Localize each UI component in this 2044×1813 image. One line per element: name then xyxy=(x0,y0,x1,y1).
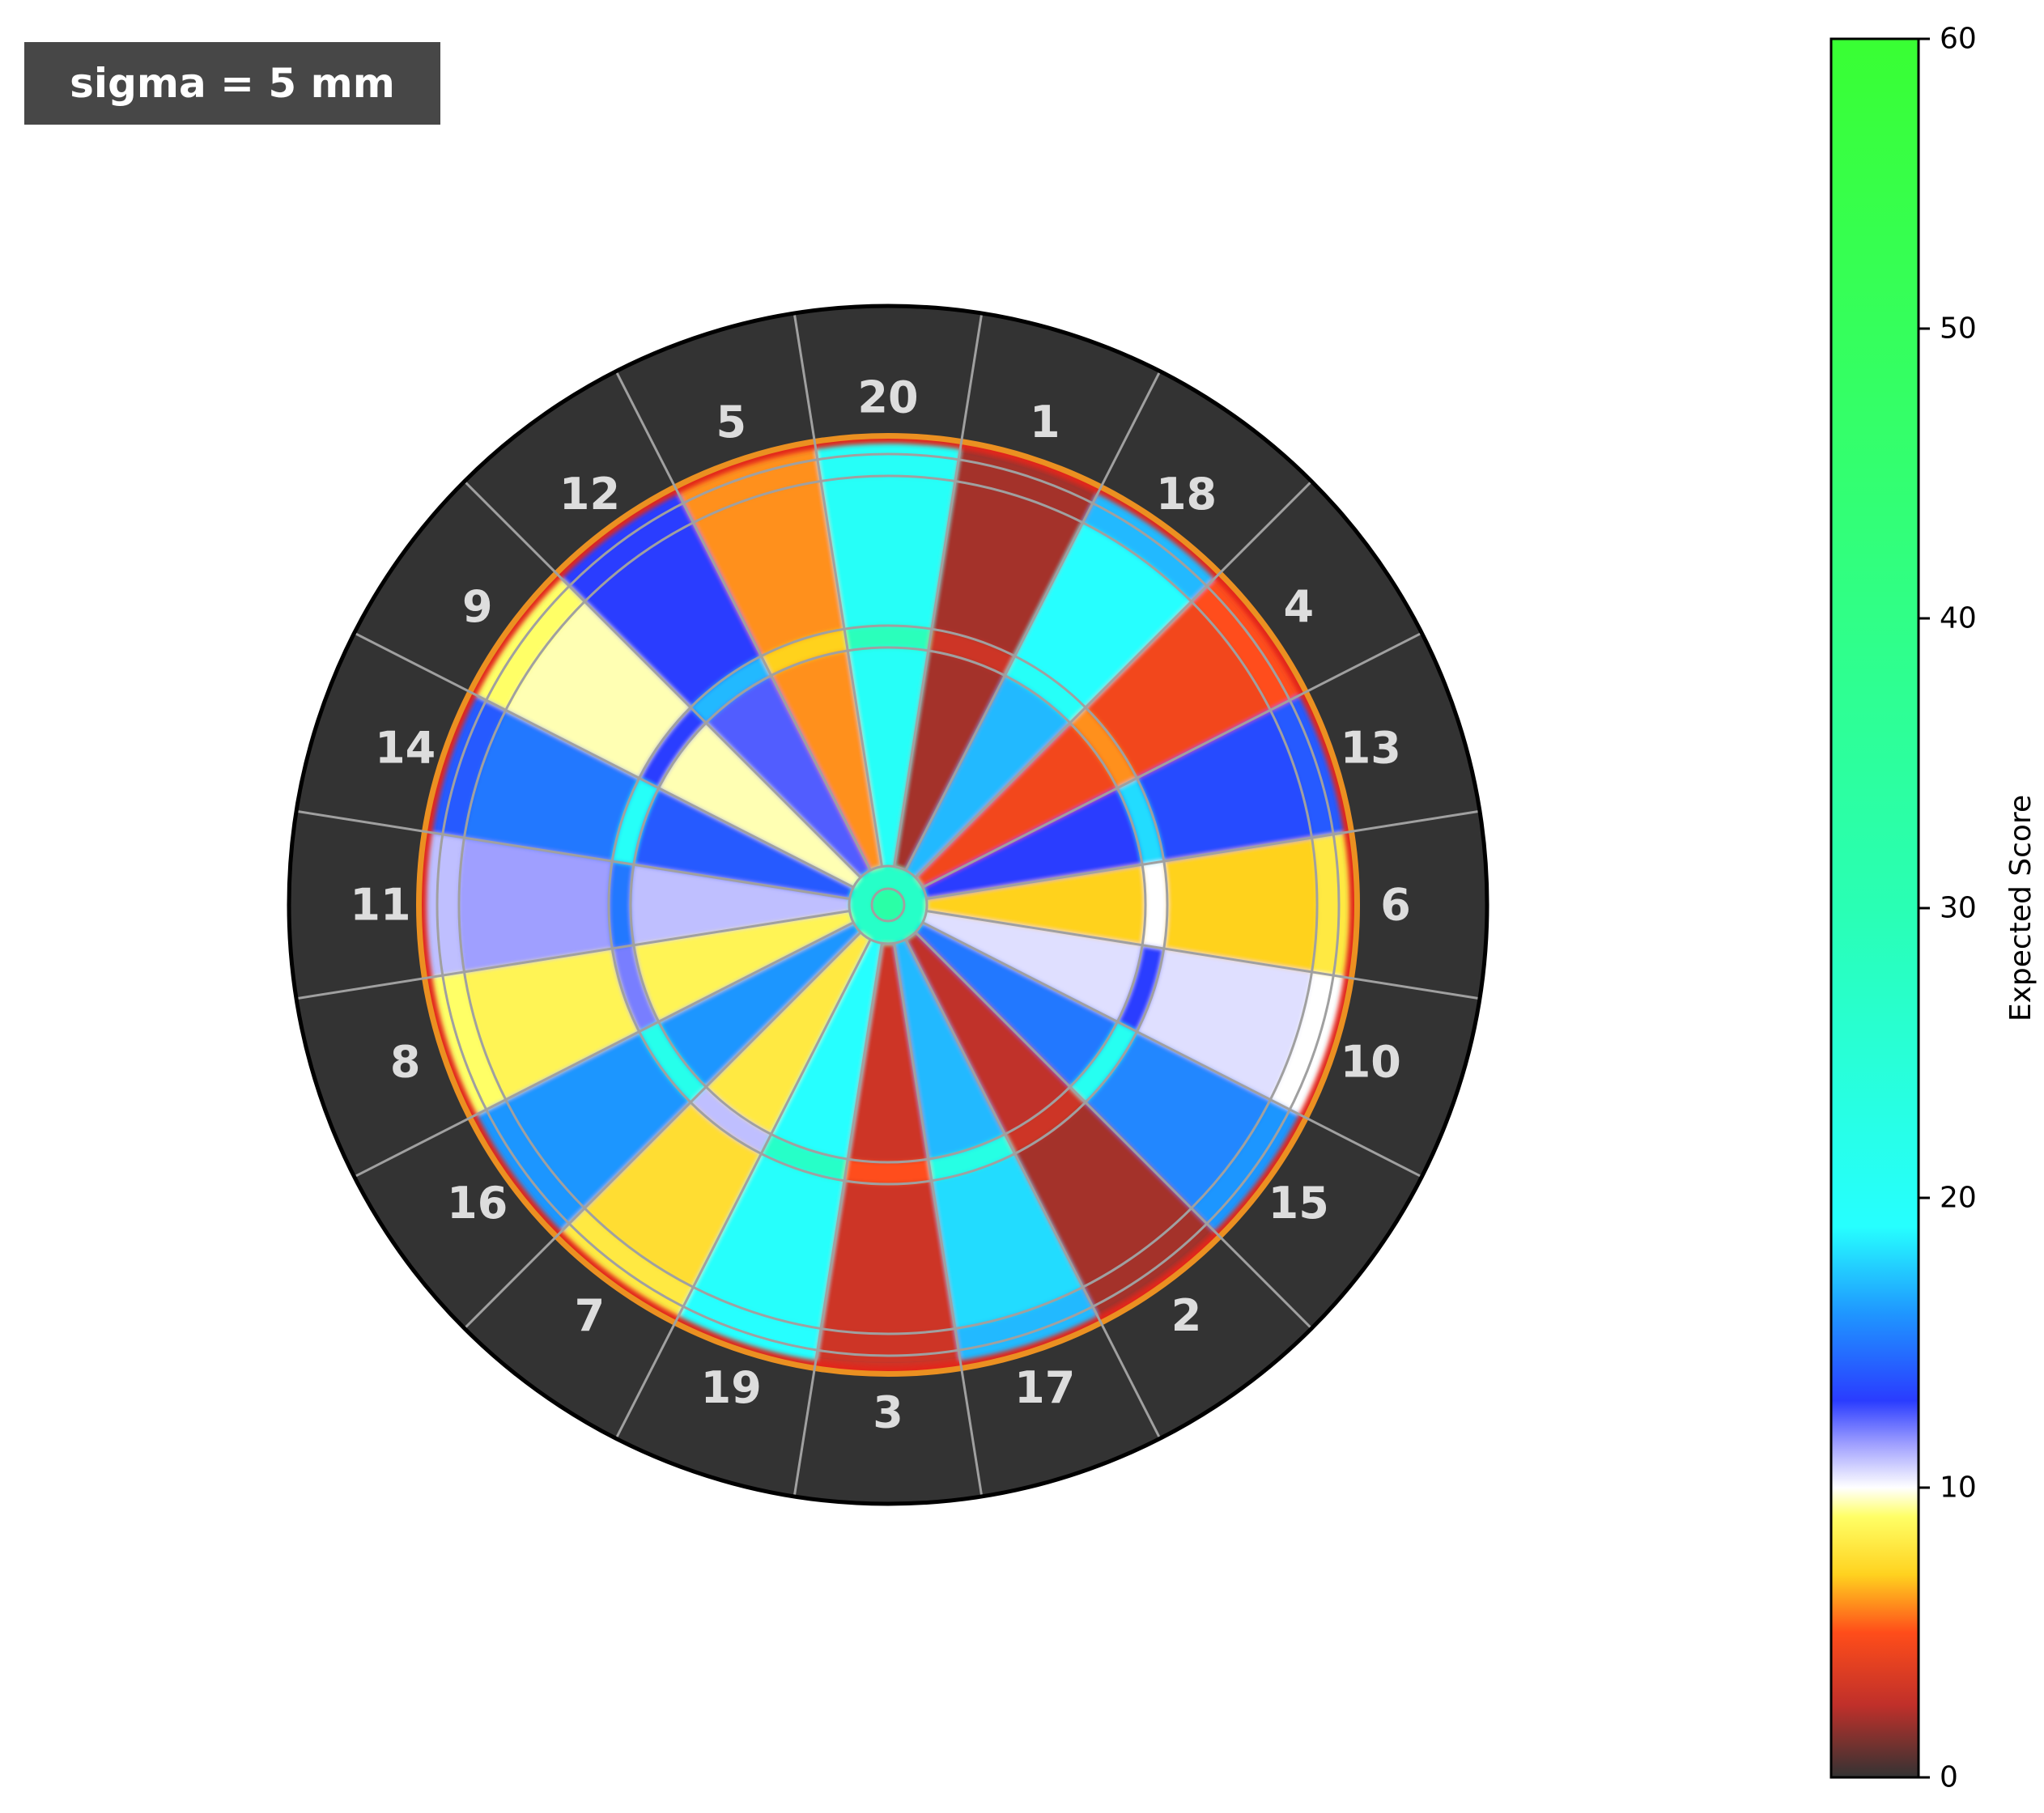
segment-label-19: 19 xyxy=(701,1362,762,1413)
colorbar-tick-label: 50 xyxy=(1940,312,1977,346)
colorbar-tick-label: 60 xyxy=(1940,23,1977,56)
segment-label-14: 14 xyxy=(375,723,436,774)
segment-label-1: 1 xyxy=(1030,397,1060,448)
segment-label-13: 13 xyxy=(1341,723,1401,774)
dartboard: 20 1 18 4 13 6 10 15 2 17 3 19 7 16 8 11 14 9 12 5 xyxy=(287,304,1489,1506)
segment-label-8: 8 xyxy=(390,1036,421,1087)
colorbar-bar xyxy=(1829,37,1920,1779)
segment-label-4: 4 xyxy=(1283,581,1314,632)
segment-label-17: 17 xyxy=(1014,1362,1075,1413)
segment-label-18: 18 xyxy=(1156,469,1217,520)
sigma-annotation: sigma = 5 mm xyxy=(24,42,440,125)
colorbar-tick-label: 0 xyxy=(1940,1761,1958,1794)
segment-label-2: 2 xyxy=(1171,1290,1202,1341)
colorbar-tick-label: 30 xyxy=(1940,892,1977,925)
colorbar-tick-label: 20 xyxy=(1940,1182,1977,1215)
segment-label-11: 11 xyxy=(350,880,410,931)
colorbar-tick-label: 10 xyxy=(1940,1471,1977,1505)
colorbar-label: Expected Score xyxy=(2004,795,2038,1021)
dartboard-figure: 20 1 18 4 13 6 10 15 2 17 3 19 7 16 8 11 14 9 12 5 0 10 20 30 4… xyxy=(287,23,2038,1794)
segment-label-9: 9 xyxy=(462,581,493,632)
segment-label-12: 12 xyxy=(559,469,620,520)
segment-label-6: 6 xyxy=(1380,880,1411,931)
segment-label-16: 16 xyxy=(447,1178,508,1229)
segment-label-20: 20 xyxy=(857,372,918,423)
segment-label-10: 10 xyxy=(1341,1036,1401,1087)
colorbar: 0 10 20 30 40 50 60 Expected Score xyxy=(1829,23,2038,1794)
colorbar-tick-label: 40 xyxy=(1940,602,1977,635)
segment-label-7: 7 xyxy=(575,1290,606,1341)
segment-label-5: 5 xyxy=(716,397,746,448)
segment-label-15: 15 xyxy=(1268,1178,1329,1229)
segment-label-3: 3 xyxy=(873,1387,903,1438)
